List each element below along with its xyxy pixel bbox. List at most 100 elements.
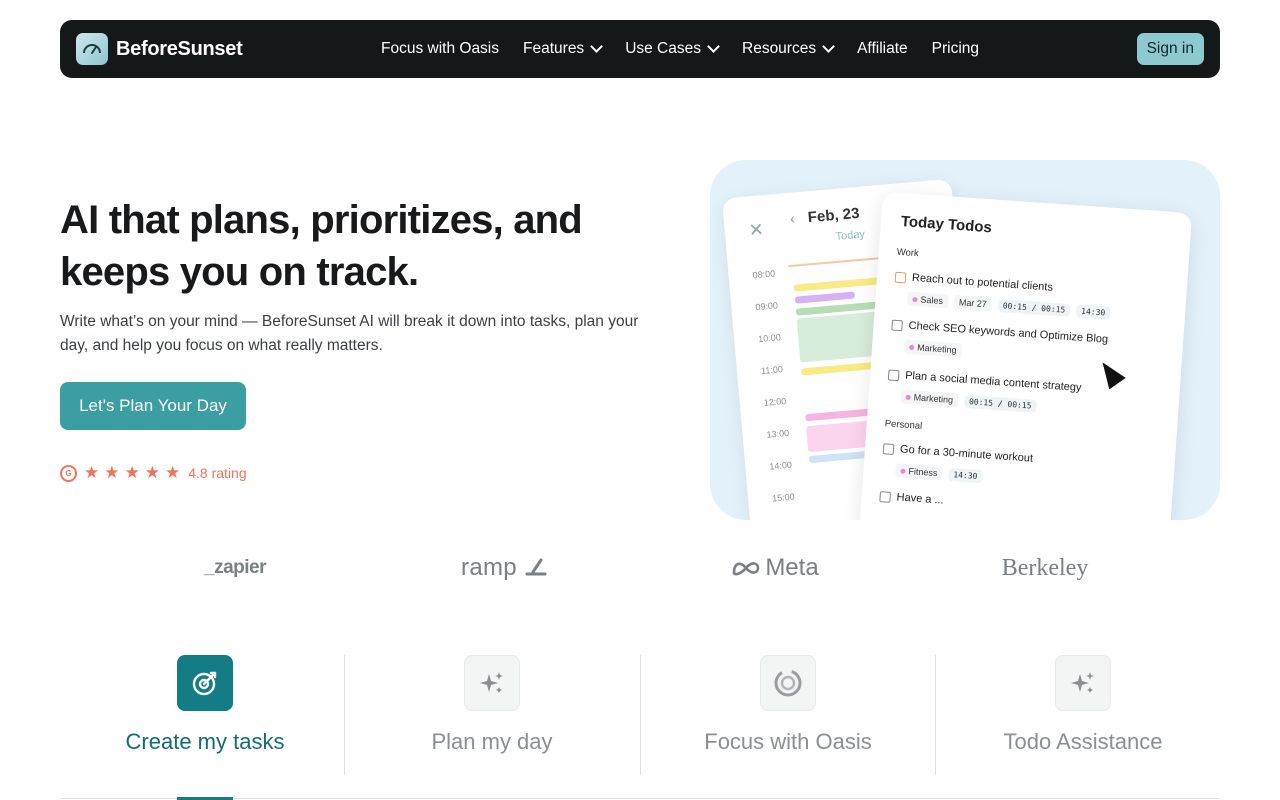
tag-dot-icon: [905, 394, 911, 400]
nav-link-label: Resources: [742, 40, 817, 57]
tab-create-my-tasks[interactable]: Create my tasks: [60, 655, 350, 775]
nav-link-focus-with-oasis[interactable]: Focus with Oasis: [381, 40, 499, 58]
todo-tags: Marketing: [903, 339, 963, 358]
plan-your-day-button[interactable]: Let's Plan Your Day: [60, 382, 246, 430]
brand[interactable]: BeforeSunset: [76, 33, 243, 65]
meta-logo: Meta: [640, 546, 910, 590]
calendar-hour: 15:00: [771, 491, 796, 504]
rating: G ★ ★ ★ ★ ★ 4.8 rating: [60, 463, 247, 483]
star-icon: ★: [84, 463, 100, 482]
nav-link-pricing[interactable]: Pricing: [932, 40, 979, 58]
chevron-left-icon: ‹: [789, 210, 796, 228]
todo-tags: Sales Mar 27 00:15 / 00:15 14:30: [907, 291, 1111, 320]
chevron-down-icon: [590, 40, 604, 53]
hero-app-preview: ✕ ‹ Feb, 23 Today 08:00 09:00 10:00 11:0…: [710, 160, 1220, 520]
chevron-down-icon: [707, 40, 720, 53]
tabs-baseline: [60, 798, 1220, 799]
customer-logos: _zapier ramp Meta Berkeley: [60, 546, 1220, 590]
todo-tag-label: Marketing: [913, 392, 954, 406]
hero-subtitle: Write what’s on your mind — BeforeSunset…: [60, 313, 639, 354]
meta-logo-text: Meta: [765, 554, 819, 581]
meta-infinity-icon: [733, 562, 760, 576]
ramp-mark-icon: [525, 558, 547, 576]
todo-tag: Fitness: [895, 463, 943, 481]
tab-todo-assistance[interactable]: Todo Assistance: [938, 655, 1228, 775]
close-icon: ✕: [747, 219, 765, 241]
star-icon: ★: [124, 463, 140, 482]
tab-focus-with-oasis[interactable]: Focus with Oasis: [643, 655, 933, 775]
hero-title: AI that plans, prioritizes, and keeps yo…: [60, 194, 660, 298]
nav-link-label: Use Cases: [625, 40, 701, 57]
tag-dot-icon: [912, 296, 918, 302]
calendar-hour: 12:00: [763, 395, 787, 408]
top-navbar: BeforeSunset Focus with Oasis Features U…: [60, 20, 1220, 78]
todo-tag: Sales: [907, 291, 949, 309]
rating-text: 4.8 rating: [188, 465, 247, 481]
todo-tag-label: Marketing: [916, 342, 957, 356]
todo-text: Reach out to potential clients: [911, 271, 1054, 294]
checkbox-icon: [879, 490, 892, 503]
calendar-event: [793, 276, 884, 292]
g2-logo-icon: G: [60, 464, 77, 482]
todo-group-label: Personal: [884, 418, 923, 432]
tab-divider: [640, 655, 641, 775]
todo-text: Plan a social media content strategy: [904, 369, 1082, 394]
hero-title-line-2: keeps you on track.: [60, 250, 419, 294]
todos-card: Today Todos Work Reach out to potential …: [857, 191, 1193, 520]
feature-tabs: Create my tasks Plan my day Focus with O…: [60, 655, 1220, 800]
checkbox-icon: [887, 368, 900, 381]
todo-tag-label: Fitness: [908, 466, 938, 479]
todo-tags: Marketing 00:15 / 00:15: [900, 389, 1037, 413]
todo-time: 14:30: [1075, 303, 1111, 320]
tab-divider: [344, 655, 345, 775]
todo-item: Go for a 30-minute workout: [882, 442, 1034, 465]
brand-logo-icon: [76, 33, 108, 65]
calendar-hour: 09:00: [755, 300, 779, 313]
tab-label: Todo Assistance: [1003, 729, 1163, 754]
nav-link-use-cases[interactable]: Use Cases: [625, 40, 720, 58]
todo-item: Reach out to potential clients: [894, 271, 1054, 294]
todo-duration: 00:15 / 00:15: [997, 298, 1071, 317]
nav-link-label: Affiliate: [857, 40, 908, 57]
ramp-logo: ramp: [370, 546, 640, 590]
checkbox-icon: [882, 442, 895, 455]
todo-tags: Fitness 14:30: [895, 463, 983, 483]
todo-text: Go for a 30-minute workout: [899, 443, 1034, 465]
todo-group-label: Work: [896, 246, 920, 260]
sign-in-button[interactable]: Sign in: [1136, 33, 1204, 65]
todo-tag-label: Sales: [920, 294, 944, 307]
calendar-hour: 11:00: [760, 364, 784, 376]
tag-dot-icon: [908, 344, 915, 350]
todo-text: Have a ...: [896, 491, 945, 507]
todo-duration: 00:15 / 00:15: [963, 394, 1037, 413]
star-icon: ★: [165, 463, 181, 482]
todo-tag: Marketing: [903, 339, 963, 358]
star-icon: ★: [144, 463, 160, 482]
nav-link-label: Pricing: [931, 40, 980, 57]
todo-time: 14:30: [947, 467, 983, 483]
calendar-hour: 14:00: [768, 459, 793, 472]
calendar-date: Feb, 23: [807, 204, 861, 227]
tag-dot-icon: [900, 468, 906, 474]
calendar-hour: 08:00: [752, 268, 776, 281]
tab-label: Plan my day: [431, 729, 553, 754]
nav-links: Focus with Oasis Features Use Cases Reso…: [381, 20, 979, 78]
tab-plan-my-day[interactable]: Plan my day: [347, 655, 637, 775]
checkbox-icon: [891, 319, 904, 331]
tab-label: Create my tasks: [125, 729, 285, 754]
nav-link-affiliate[interactable]: Affiliate: [857, 40, 908, 58]
nav-link-features[interactable]: Features: [523, 40, 604, 58]
calendar-event: [794, 291, 856, 304]
calendar-hour: 13:00: [766, 427, 790, 440]
chevron-down-icon: [822, 40, 835, 53]
hero-title-line-1: AI that plans, prioritizes, and: [60, 198, 583, 242]
brand-name: BeforeSunset: [116, 37, 243, 60]
star-icon: ★: [104, 463, 120, 482]
nav-link-label: Features: [523, 40, 585, 57]
berkeley-logo: Berkeley: [1001, 554, 1089, 581]
sparkles-icon: [464, 655, 520, 711]
calendar-today-label: Today: [835, 228, 866, 243]
tab-label: Focus with Oasis: [704, 729, 872, 754]
target-icon: [177, 655, 233, 711]
nav-link-resources[interactable]: Resources: [742, 40, 835, 58]
